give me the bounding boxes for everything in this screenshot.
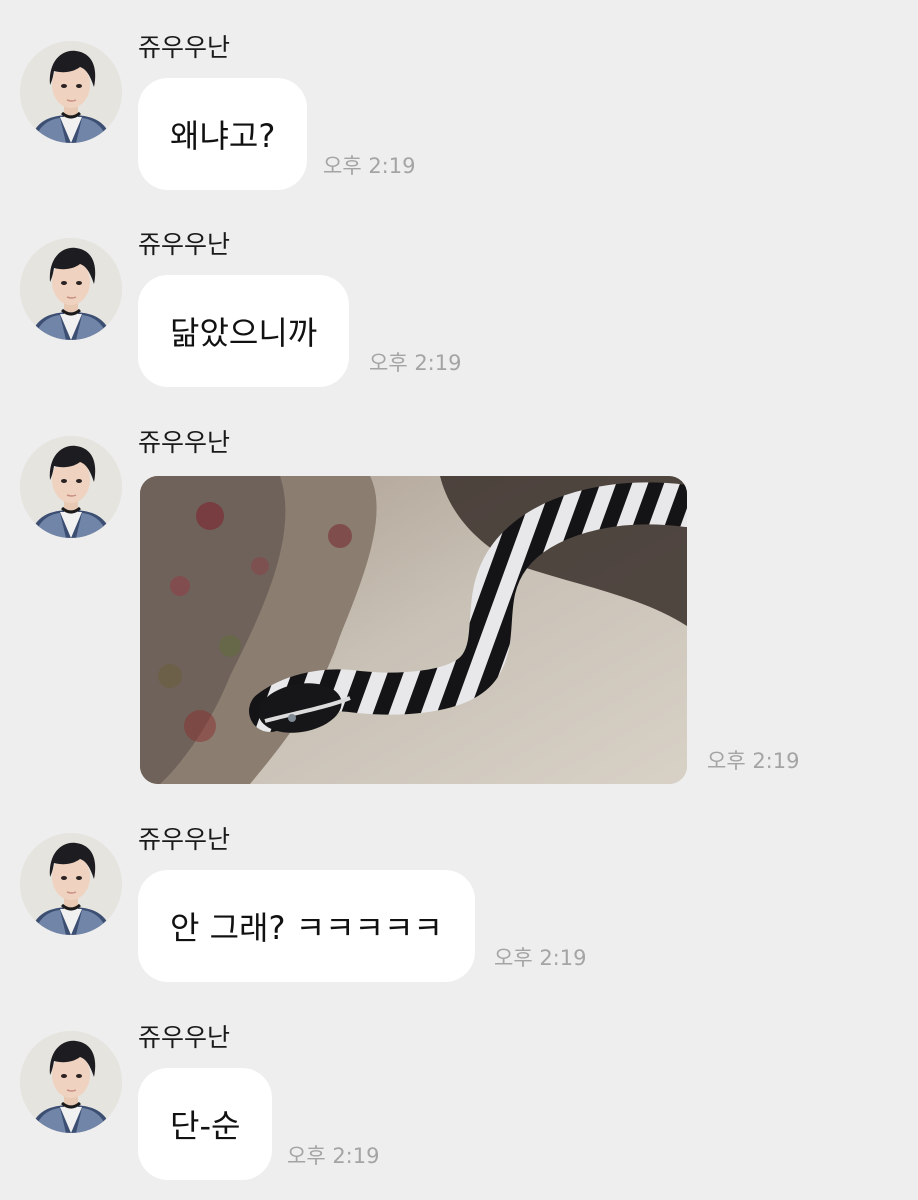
- avatar[interactable]: [20, 41, 122, 143]
- message-bubble[interactable]: 닮았으니까: [138, 275, 350, 387]
- message-timestamp: 오후 2:19: [494, 946, 587, 970]
- sender-name: 쥬우우난: [138, 33, 231, 62]
- sender-name: 쥬우우난: [138, 1023, 231, 1052]
- snake-photo[interactable]: [140, 476, 687, 784]
- message-timestamp: 오후 2:19: [369, 351, 462, 375]
- message-timestamp: 오후 2:19: [323, 154, 416, 178]
- sender-name: 쥬우우난: [138, 230, 231, 259]
- message-timestamp: 오후 2:19: [287, 1144, 380, 1168]
- message-bubble[interactable]: 안 그래? ㅋㅋㅋㅋㅋ: [138, 870, 475, 982]
- chat-view: 쥬우우난 왜냐고? 오후 2:19 쥬우우난 닮았으니까 오후 2:19 쥬우우…: [0, 0, 918, 1200]
- avatar[interactable]: [20, 436, 122, 538]
- sender-name: 쥬우우난: [138, 428, 231, 457]
- message-timestamp: 오후 2:19: [707, 749, 800, 773]
- message-bubble[interactable]: 단-순: [138, 1068, 273, 1180]
- avatar[interactable]: [20, 833, 122, 935]
- sender-name: 쥬우우난: [138, 825, 231, 854]
- avatar[interactable]: [20, 1031, 122, 1133]
- message-bubble[interactable]: 왜냐고?: [138, 78, 308, 190]
- avatar[interactable]: [20, 238, 122, 340]
